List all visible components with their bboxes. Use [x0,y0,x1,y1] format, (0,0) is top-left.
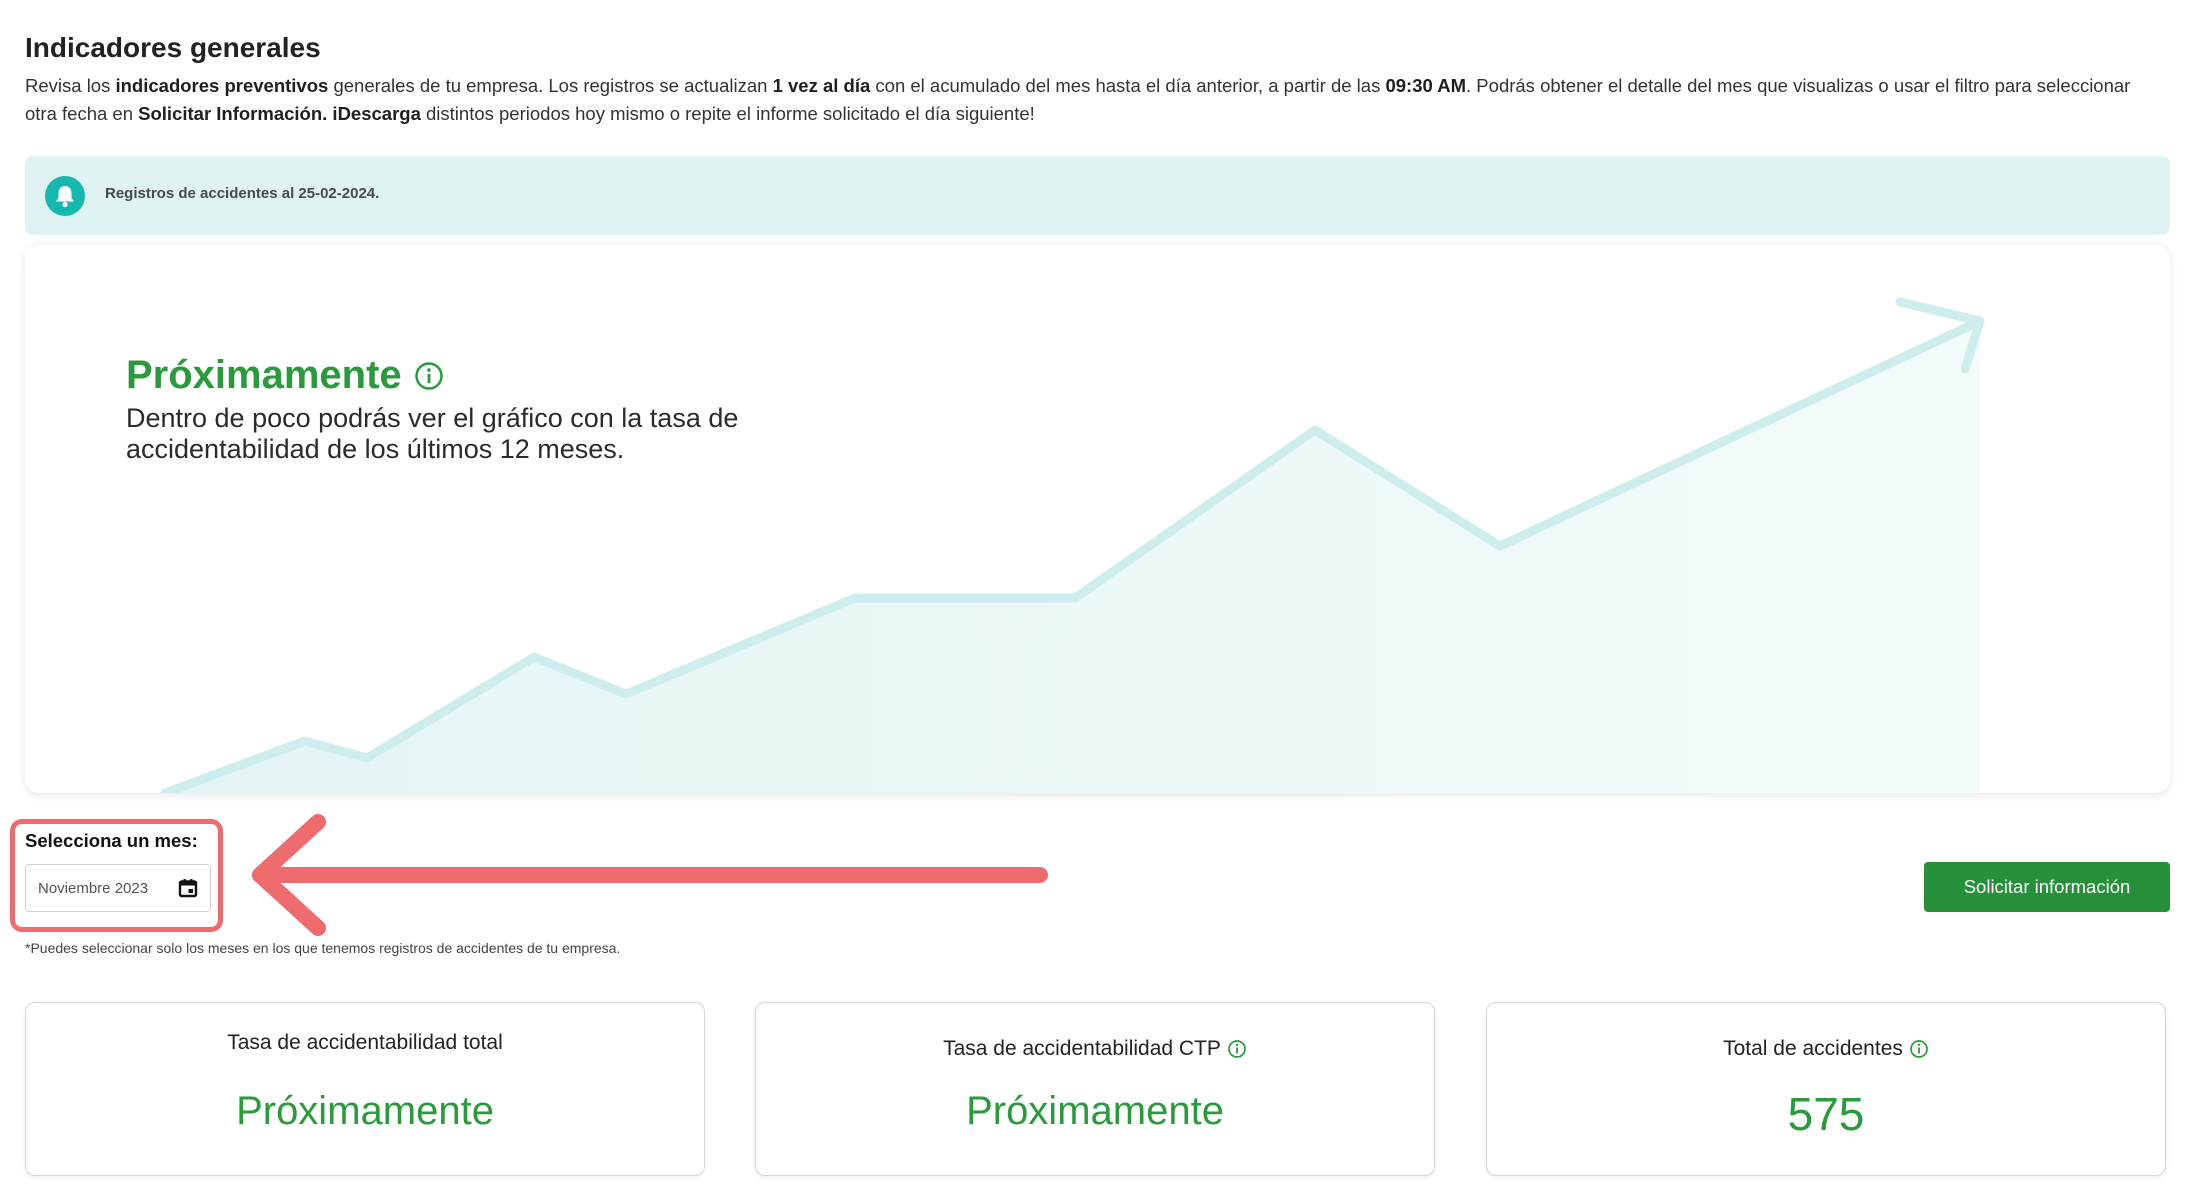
month-picker-input[interactable]: Noviembre 2023 [25,864,211,912]
desc-bold-4: Solicitar Información. iDescarga [138,103,421,124]
metric-label-text: Tasa de accidentabilidad total [227,1031,503,1054]
metric-label-text: Tasa de accidentabilidad CTP [943,1037,1221,1060]
metric-label-text: Total de accidentes [1723,1037,1903,1060]
annotation-arrow [252,814,1048,936]
bell-icon [45,176,85,216]
desc-bold-1: indicadores preventivos [115,75,329,96]
placeholder-trend-graphic [160,297,1985,793]
desc-text-3: con el acumulado del mes hasta el día an… [870,75,1386,96]
page-description: Revisa los indicadores preventivos gener… [25,72,2165,128]
notice-text: Registros de accidentes al 25-02-2024. [105,185,380,202]
metric-label: Tasa de accidentabilidad CTP [756,1037,1434,1061]
month-selector-label: Selecciona un mes: [25,830,198,851]
info-icon[interactable] [1227,1039,1247,1059]
desc-bold-3: 09:30 AM [1385,75,1467,96]
coming-soon-text: Próximamente [126,353,402,397]
month-picker-value: Noviembre 2023 [38,879,149,897]
info-icon[interactable] [414,361,444,391]
metric-card-total-accidents: Total de accidentes 575 [1486,1002,2166,1176]
metric-card-total-rate: Tasa de accidentabilidad total Próximame… [25,1002,705,1176]
desc-text-2: generales de tu empresa. Los registros s… [328,75,773,96]
metric-label: Total de accidentes [1487,1037,2165,1061]
page: Indicadores generales Revisa los indicad… [0,0,2185,1200]
calendar-icon[interactable] [178,878,198,898]
info-icon[interactable] [1909,1039,1929,1059]
request-info-button[interactable]: Solicitar información [1924,862,2170,912]
metric-value: 575 [1787,1088,1865,1140]
desc-bold-2: 1 vez al día [772,75,871,96]
metric-value: Próximamente [236,1089,494,1133]
coming-soon-description: Dentro de poco podrás ver el gráfico con… [126,403,739,464]
notice-banner: Registros de accidentes al 25-02-2024. [25,156,2170,235]
desc-text-1: Revisa los [25,75,116,96]
desc-text-5: distintos periodos hoy mismo o repite el… [420,103,1035,124]
month-selector-note: *Puedes seleccionar solo los meses en lo… [25,940,621,956]
page-title: Indicadores generales [25,32,321,63]
coming-soon-title: Próximamente [126,353,444,398]
metric-value: Próximamente [966,1089,1224,1133]
chart-placeholder-card: Próximamente Dentro de poco podrás ver e… [25,245,2170,793]
metric-label: Tasa de accidentabilidad total [26,1031,704,1055]
metric-card-ctp-rate: Tasa de accidentabilidad CTP Próximament… [755,1002,1435,1176]
